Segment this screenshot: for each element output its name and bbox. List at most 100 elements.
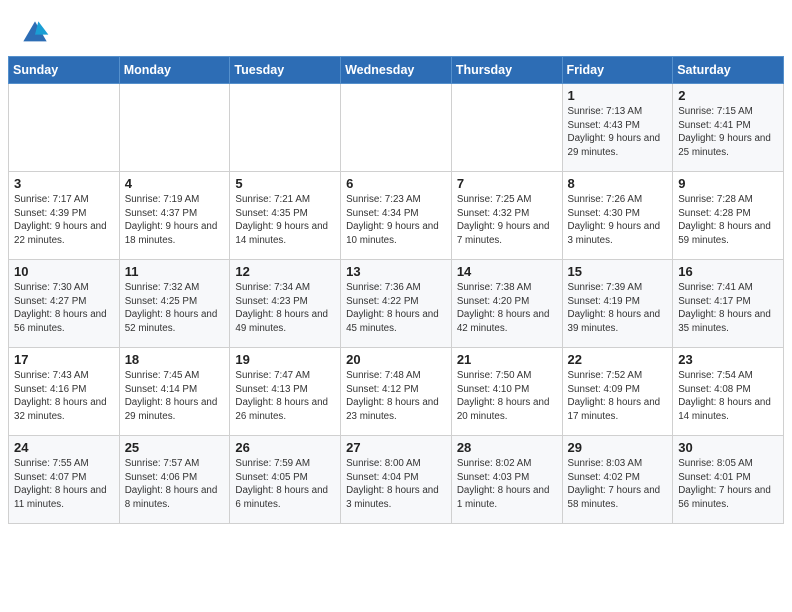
weekday-monday: Monday (119, 57, 230, 84)
calendar-cell: 10 Sunrise: 7:30 AM Sunset: 4:27 PM Dayli… (9, 260, 120, 348)
day-number: 16 (678, 264, 778, 279)
day-number: 12 (235, 264, 335, 279)
day-number: 10 (14, 264, 114, 279)
day-number: 20 (346, 352, 446, 367)
day-number: 25 (125, 440, 225, 455)
calendar-cell: 28 Sunrise: 8:02 AM Sunset: 4:03 PM Dayli… (451, 436, 562, 524)
calendar-cell (119, 84, 230, 172)
calendar-cell: 3Sunrise: 7:17 AM Sunset: 4:39 PM Daylig… (9, 172, 120, 260)
week-row-2: 3Sunrise: 7:17 AM Sunset: 4:39 PM Daylig… (9, 172, 784, 260)
calendar-cell (341, 84, 452, 172)
calendar-cell: 11 Sunrise: 7:32 AM Sunset: 4:25 PM Dayli… (119, 260, 230, 348)
day-number: 15 (568, 264, 668, 279)
day-number: 8 (568, 176, 668, 191)
day-number: 22 (568, 352, 668, 367)
calendar-table: SundayMondayTuesdayWednesdayThursdayFrid… (8, 56, 784, 524)
weekday-thursday: Thursday (451, 57, 562, 84)
day-info: Sunrise: 8:02 AM Sunset: 4:03 PM Dayligh… (457, 457, 557, 512)
day-info: Sunrise: 7:23 AM Sunset: 4:34 PM Dayligh… (346, 193, 446, 248)
week-row-3: 10 Sunrise: 7:30 AM Sunset: 4:27 PM Dayli… (9, 260, 784, 348)
day-number: 14 (457, 264, 557, 279)
day-info: Sunrise: 7:21 AM Sunset: 4:35 PM Dayligh… (235, 193, 335, 248)
day-info: Sunrise: 7:13 AM Sunset: 4:43 PM Dayligh… (568, 105, 668, 160)
weekday-friday: Friday (562, 57, 673, 84)
day-info: Sunrise: 7:43 AM Sunset: 4:16 PM Dayligh… (14, 369, 114, 424)
calendar-cell: 7 Sunrise: 7:25 AM Sunset: 4:32 PM Daylig… (451, 172, 562, 260)
calendar-cell: 8 Sunrise: 7:26 AM Sunset: 4:30 PM Daylig… (562, 172, 673, 260)
weekday-sunday: Sunday (9, 57, 120, 84)
day-info: Sunrise: 7:55 AM Sunset: 4:07 PM Dayligh… (14, 457, 114, 512)
calendar-cell: 30 Sunrise: 8:05 AM Sunset: 4:01 PM Dayli… (673, 436, 784, 524)
day-info: Sunrise: 7:36 AM Sunset: 4:22 PM Dayligh… (346, 281, 446, 336)
calendar-cell: 16 Sunrise: 7:41 AM Sunset: 4:17 PM Dayli… (673, 260, 784, 348)
calendar-cell: 20 Sunrise: 7:48 AM Sunset: 4:12 PM Dayli… (341, 348, 452, 436)
weekday-tuesday: Tuesday (230, 57, 341, 84)
day-number: 3 (14, 176, 114, 191)
calendar-cell: 22 Sunrise: 7:52 AM Sunset: 4:09 PM Dayli… (562, 348, 673, 436)
day-info: Sunrise: 7:25 AM Sunset: 4:32 PM Dayligh… (457, 193, 557, 248)
weekday-saturday: Saturday (673, 57, 784, 84)
day-number: 2 (678, 88, 778, 103)
weekday-wednesday: Wednesday (341, 57, 452, 84)
day-info: Sunrise: 7:52 AM Sunset: 4:09 PM Dayligh… (568, 369, 668, 424)
week-row-5: 24 Sunrise: 7:55 AM Sunset: 4:07 PM Dayli… (9, 436, 784, 524)
calendar-cell: 29Sunrise: 8:03 AM Sunset: 4:02 PM Dayli… (562, 436, 673, 524)
calendar-cell (9, 84, 120, 172)
calendar-cell: 15 Sunrise: 7:39 AM Sunset: 4:19 PM Dayli… (562, 260, 673, 348)
page-header (0, 0, 792, 56)
day-info: Sunrise: 7:45 AM Sunset: 4:14 PM Dayligh… (125, 369, 225, 424)
day-info: Sunrise: 7:39 AM Sunset: 4:19 PM Dayligh… (568, 281, 668, 336)
day-info: Sunrise: 7:30 AM Sunset: 4:27 PM Dayligh… (14, 281, 114, 336)
day-number: 9 (678, 176, 778, 191)
calendar-cell: 23Sunrise: 7:54 AM Sunset: 4:08 PM Dayli… (673, 348, 784, 436)
day-info: Sunrise: 7:26 AM Sunset: 4:30 PM Dayligh… (568, 193, 668, 248)
day-number: 5 (235, 176, 335, 191)
day-info: Sunrise: 7:34 AM Sunset: 4:23 PM Dayligh… (235, 281, 335, 336)
week-row-4: 17 Sunrise: 7:43 AM Sunset: 4:16 PM Dayli… (9, 348, 784, 436)
day-info: Sunrise: 8:03 AM Sunset: 4:02 PM Dayligh… (568, 457, 668, 512)
calendar-cell: 19 Sunrise: 7:47 AM Sunset: 4:13 PM Dayli… (230, 348, 341, 436)
day-number: 27 (346, 440, 446, 455)
logo-icon (20, 18, 50, 48)
day-info: Sunrise: 7:47 AM Sunset: 4:13 PM Dayligh… (235, 369, 335, 424)
calendar-cell: 26 Sunrise: 7:59 AM Sunset: 4:05 PM Dayli… (230, 436, 341, 524)
calendar-cell: 14Sunrise: 7:38 AM Sunset: 4:20 PM Dayli… (451, 260, 562, 348)
calendar-cell (451, 84, 562, 172)
day-number: 19 (235, 352, 335, 367)
day-number: 24 (14, 440, 114, 455)
calendar-cell: 12 Sunrise: 7:34 AM Sunset: 4:23 PM Dayli… (230, 260, 341, 348)
day-number: 6 (346, 176, 446, 191)
calendar-cell: 6 Sunrise: 7:23 AM Sunset: 4:34 PM Daylig… (341, 172, 452, 260)
day-info: Sunrise: 7:15 AM Sunset: 4:41 PM Dayligh… (678, 105, 778, 160)
calendar-cell: 17 Sunrise: 7:43 AM Sunset: 4:16 PM Dayli… (9, 348, 120, 436)
day-number: 1 (568, 88, 668, 103)
calendar-cell: 21Sunrise: 7:50 AM Sunset: 4:10 PM Dayli… (451, 348, 562, 436)
calendar-cell: 27Sunrise: 8:00 AM Sunset: 4:04 PM Dayli… (341, 436, 452, 524)
day-number: 7 (457, 176, 557, 191)
logo (20, 18, 54, 48)
day-info: Sunrise: 7:32 AM Sunset: 4:25 PM Dayligh… (125, 281, 225, 336)
day-info: Sunrise: 7:59 AM Sunset: 4:05 PM Dayligh… (235, 457, 335, 512)
day-info: Sunrise: 7:19 AM Sunset: 4:37 PM Dayligh… (125, 193, 225, 248)
day-info: Sunrise: 7:48 AM Sunset: 4:12 PM Dayligh… (346, 369, 446, 424)
day-number: 11 (125, 264, 225, 279)
day-info: Sunrise: 7:54 AM Sunset: 4:08 PM Dayligh… (678, 369, 778, 424)
weekday-header-row: SundayMondayTuesdayWednesdayThursdayFrid… (9, 57, 784, 84)
week-row-1: 1 Sunrise: 7:13 AM Sunset: 4:43 PM Daylig… (9, 84, 784, 172)
day-info: Sunrise: 7:28 AM Sunset: 4:28 PM Dayligh… (678, 193, 778, 248)
calendar-cell: 5 Sunrise: 7:21 AM Sunset: 4:35 PM Daylig… (230, 172, 341, 260)
day-info: Sunrise: 8:05 AM Sunset: 4:01 PM Dayligh… (678, 457, 778, 512)
day-info: Sunrise: 7:57 AM Sunset: 4:06 PM Dayligh… (125, 457, 225, 512)
calendar-cell: 18Sunrise: 7:45 AM Sunset: 4:14 PM Dayli… (119, 348, 230, 436)
calendar-cell: 13 Sunrise: 7:36 AM Sunset: 4:22 PM Dayli… (341, 260, 452, 348)
day-number: 21 (457, 352, 557, 367)
calendar-cell: 4Sunrise: 7:19 AM Sunset: 4:37 PM Daylig… (119, 172, 230, 260)
day-info: Sunrise: 7:41 AM Sunset: 4:17 PM Dayligh… (678, 281, 778, 336)
day-number: 13 (346, 264, 446, 279)
day-number: 30 (678, 440, 778, 455)
calendar-cell: 2 Sunrise: 7:15 AM Sunset: 4:41 PM Daylig… (673, 84, 784, 172)
calendar-cell (230, 84, 341, 172)
day-number: 26 (235, 440, 335, 455)
day-number: 17 (14, 352, 114, 367)
day-number: 28 (457, 440, 557, 455)
